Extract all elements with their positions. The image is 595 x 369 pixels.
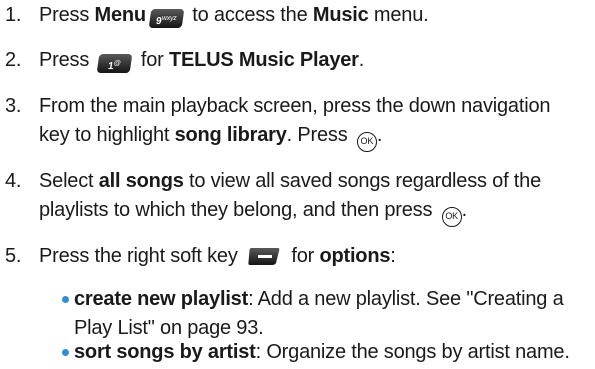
step-text: Press the right soft key for options: [39, 242, 589, 271]
key-letters: @ [113, 60, 122, 67]
key-letters: wxyz [161, 15, 177, 22]
step-text: Select all songs to view all saved songs… [39, 167, 589, 227]
text-fragment: Press [39, 49, 95, 71]
text-fragment: : Add a new playlist. See "Creating a [248, 288, 564, 310]
step-text: From the main playback screen, press the… [39, 92, 589, 152]
text-line: Play List" on page 93. [74, 317, 264, 339]
menu-term: Menu [94, 4, 146, 26]
song-library-term: song library [174, 124, 287, 146]
bullet-text: sort songs by artist: Organize the songs… [74, 338, 589, 367]
option-term: sort songs by artist [74, 341, 256, 363]
text-fragment: to view all saved songs regardless of th… [183, 170, 541, 192]
text-fragment: . [461, 199, 468, 221]
bullet-dot-icon [62, 349, 69, 356]
text-fragment: . [376, 124, 383, 146]
step-number: 4. [5, 170, 22, 192]
text-fragment: Press the right soft key [39, 245, 243, 267]
text-fragment: : Organize the songs by artist name. [255, 341, 570, 363]
step-number: 2. [5, 49, 22, 71]
text-fragment: . [358, 49, 365, 71]
right-soft-key-icon [248, 246, 281, 266]
ok-button-icon: OK [356, 132, 377, 152]
text-fragment: Press [39, 4, 95, 26]
text-line: playlists to which they belong, and then… [39, 199, 438, 221]
step-number: 5. [5, 245, 22, 267]
text-fragment: for [135, 49, 169, 71]
key-1-icon: 1@ [97, 54, 133, 73]
ok-button-icon: OK [441, 207, 462, 227]
all-songs-term: all songs [98, 170, 184, 192]
music-term: Music [312, 4, 369, 26]
text-fragment: : [390, 245, 396, 267]
text-line: From the main playback screen, press the… [39, 95, 551, 117]
text-fragment: menu. [368, 4, 429, 26]
text-fragment: Select [39, 170, 99, 192]
options-term: options [319, 245, 391, 267]
bullet-text: create new playlist: Add a new playlist.… [74, 285, 589, 343]
player-term: TELUS Music Player [168, 49, 359, 71]
step-text: Press Menu 9wxyz to access the Music menu… [39, 1, 589, 30]
step-number: 1. [5, 4, 22, 26]
text-fragment: . Press [286, 124, 353, 146]
text-fragment: to access the [186, 4, 313, 26]
bullet-dot-icon [62, 296, 69, 303]
option-term: create new playlist [74, 288, 249, 310]
step-number: 3. [5, 95, 22, 117]
step-text: Press 1@ for TELUS Music Player. [39, 46, 589, 75]
key-9-wxyz-icon: 9wxyz [148, 9, 185, 28]
text-fragment: key to highlight [39, 124, 175, 146]
text-fragment: for [285, 245, 320, 267]
